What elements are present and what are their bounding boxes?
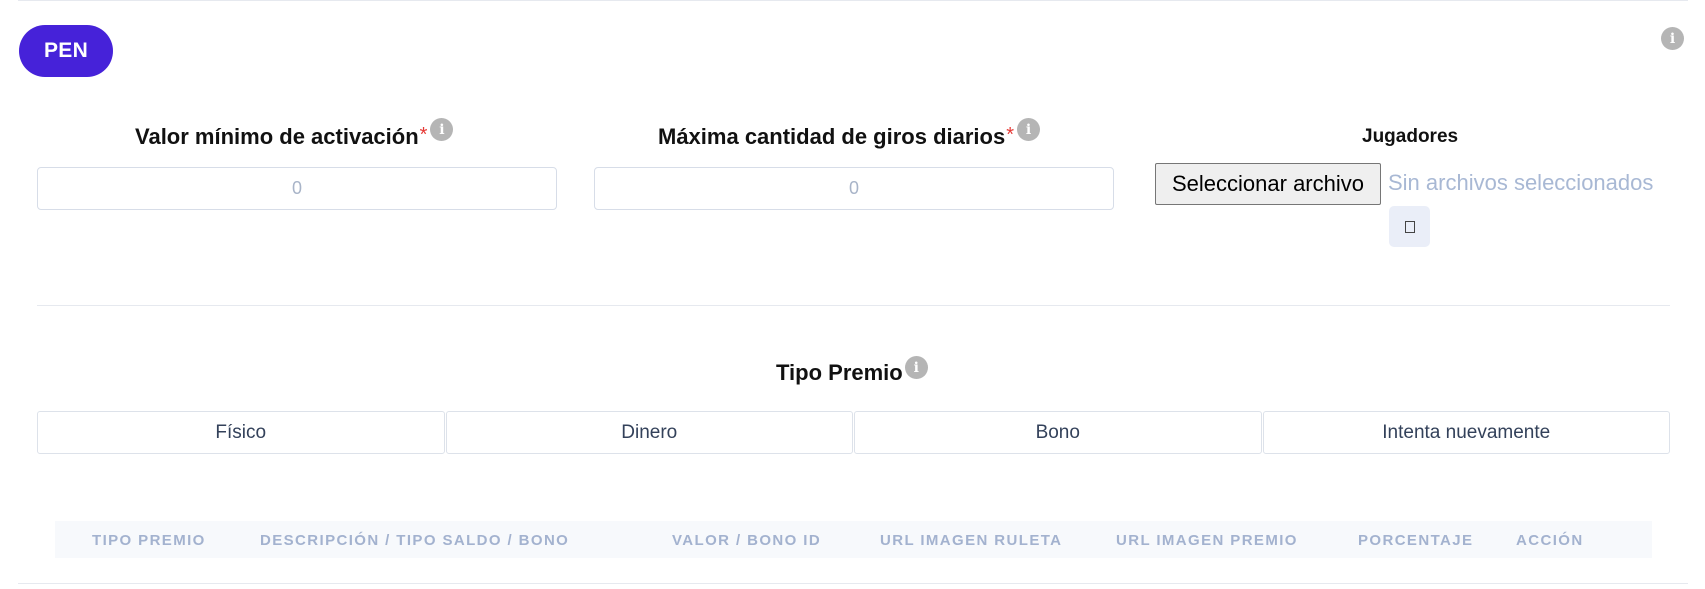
info-icon[interactable]: i	[430, 118, 454, 141]
upload-icon	[1404, 220, 1415, 233]
prize-type-tabs: Físico Dinero Bono Intenta nuevamente	[37, 411, 1670, 454]
column-header-url-imagen-premio: URL IMAGEN PREMIO	[1116, 532, 1298, 549]
column-header-valor: VALOR / BONO ID	[672, 532, 822, 549]
prize-type-label: Tipo Premio i	[776, 356, 928, 386]
players-label: Jugadores	[1362, 126, 1459, 147]
top-divider	[18, 0, 1688, 1]
tab-bono[interactable]: Bono	[854, 411, 1262, 454]
prize-type-label-text: Tipo Premio	[776, 360, 903, 385]
required-mark: *	[419, 124, 428, 146]
column-header-tipo-premio: TIPO PREMIO	[92, 532, 206, 549]
min-activation-input[interactable]	[37, 167, 557, 210]
max-spins-input[interactable]	[594, 167, 1114, 210]
bottom-divider	[18, 583, 1688, 584]
prizes-table-header: TIPO PREMIO DESCRIPCIÓN / TIPO SALDO / B…	[55, 521, 1652, 558]
info-icon[interactable]: i	[1017, 118, 1041, 141]
required-mark: *	[1006, 124, 1015, 146]
column-header-url-imagen-ruleta: URL IMAGEN RULETA	[880, 532, 1063, 549]
info-icon[interactable]: i	[904, 356, 928, 379]
currency-badge[interactable]: PEN	[19, 25, 113, 77]
file-status-text: Sin archivos seleccionados	[1388, 170, 1654, 195]
section-divider	[37, 305, 1670, 306]
max-spins-label: Máxima cantidad de giros diarios * i	[658, 118, 1041, 150]
tab-dinero[interactable]: Dinero	[445, 411, 853, 454]
tab-fisico[interactable]: Físico	[37, 411, 445, 454]
upload-button[interactable]	[1389, 206, 1430, 247]
column-header-descripcion: DESCRIPCIÓN / TIPO SALDO / BONO	[260, 532, 570, 549]
max-spins-label-text: Máxima cantidad de giros diarios	[658, 124, 1006, 149]
tab-intenta-nuevamente[interactable]: Intenta nuevamente	[1262, 411, 1670, 454]
select-file-button[interactable]: Seleccionar archivo	[1155, 163, 1381, 205]
info-icon[interactable]: i	[1661, 27, 1684, 50]
min-activation-label: Valor mínimo de activación * i	[135, 118, 454, 150]
column-header-accion: ACCIÓN	[1516, 532, 1584, 549]
min-activation-label-text: Valor mínimo de activación	[135, 124, 419, 149]
column-header-porcentaje: PORCENTAJE	[1358, 532, 1474, 549]
